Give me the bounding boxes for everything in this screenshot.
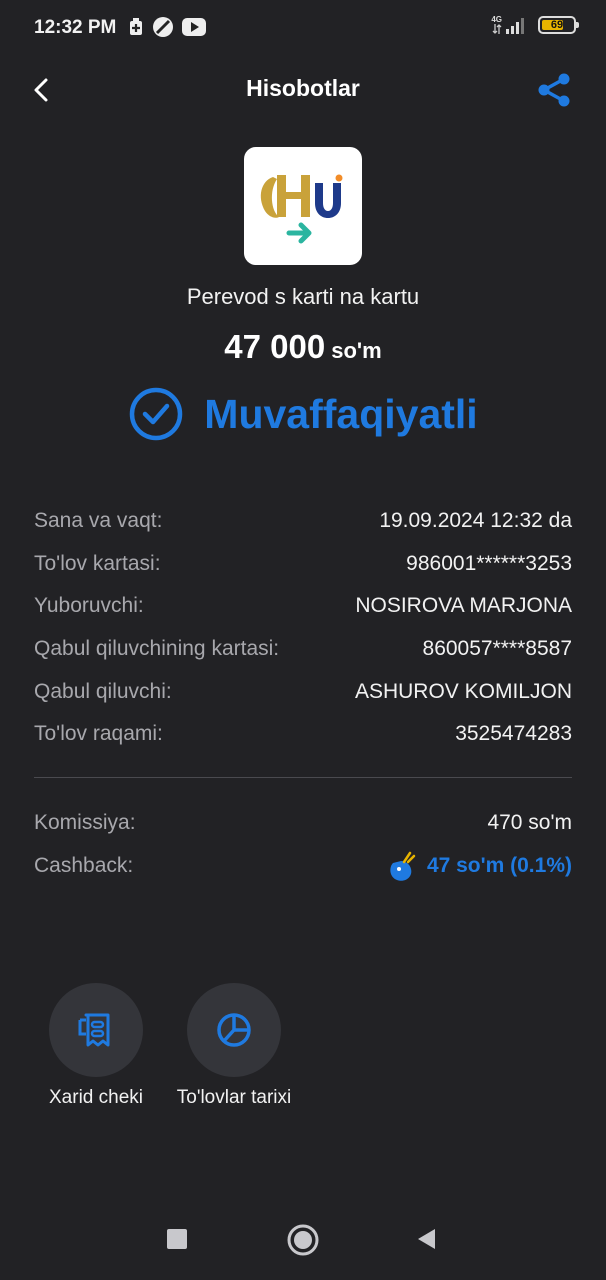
transaction-amount: 47 000 so'm — [0, 328, 606, 366]
receipt-label: Xarid cheki — [49, 1087, 143, 1108]
detail-row: Yuboruvchi: NOSIROVA MARJONA — [34, 585, 572, 628]
detail-row: To'lov kartasi: 986001******3253 — [34, 543, 572, 586]
cashback-value: 47 so'm (0.1%) — [426, 853, 572, 877]
status-time: 12:32 PM — [34, 17, 117, 38]
page-title: Hisobotlar — [246, 75, 360, 101]
detail-row: Qabul qiluvchining kartasi: 860057****858… — [34, 628, 572, 671]
detail-row: Sana va vaqt: 19.09.2024 12:32 da — [34, 500, 572, 543]
humo-uzcard-logo-icon — [260, 174, 343, 244]
detail-label: Qabul qiluvchi: — [34, 679, 172, 703]
payments-history-label: To'lovlar tarixi — [176, 1087, 292, 1108]
details-list: Sana va vaqt: 19.09.2024 12:32 da To'lov k… — [34, 500, 572, 756]
share-icon — [538, 73, 570, 107]
battery-level: 69 — [550, 19, 564, 31]
square-icon — [167, 1229, 187, 1249]
check-circle-icon — [130, 387, 183, 441]
detail-label: Qabul qiluvchining kartasi: — [34, 637, 280, 661]
system-nav-bar — [0, 1200, 606, 1280]
commission-row: Komissiya: 470 so'm — [34, 802, 572, 845]
detail-label: To'lov raqami: — [34, 722, 163, 746]
pie-chart-icon — [217, 1013, 251, 1047]
detail-value: NOSIROVA MARJONA — [355, 594, 572, 618]
receipt-button[interactable]: Xarid cheki — [38, 983, 154, 1109]
cashback-row: Cashback: 47 so'm (0.1%) — [34, 845, 572, 888]
detail-label: Yuboruvchi: — [34, 594, 144, 618]
detail-row: To'lov raqami: 3525474283 — [34, 713, 572, 756]
payments-history-button[interactable]: To'lovlar tarixi — [176, 983, 292, 1109]
header: Hisobotlar — [0, 60, 606, 118]
triangle-back-icon — [418, 1229, 435, 1249]
detail-label: To'lov kartasi: — [34, 551, 161, 575]
divider — [34, 777, 572, 778]
youtube-icon — [182, 18, 206, 41]
cashback-label: Cashback: — [34, 853, 134, 877]
service-logo — [244, 147, 362, 265]
status-bar: 12:32 PM 4G 69 — [0, 0, 606, 58]
commission-label: Komissiya: — [34, 811, 136, 835]
home-button[interactable] — [285, 1222, 321, 1258]
cashback-icon — [390, 851, 416, 881]
network-type: 4G — [491, 15, 502, 24]
amount-value: 47 000 — [224, 328, 326, 365]
detail-value: 986001******3253 — [406, 551, 572, 575]
battery-saver-icon — [128, 18, 144, 41]
recents-button[interactable] — [160, 1222, 194, 1256]
home-circle-icon — [287, 1224, 319, 1256]
signal-icon: 4G — [491, 16, 528, 34]
status-row: Muvaffaqiyatli — [0, 386, 606, 442]
battery-icon: 69 — [538, 16, 579, 34]
detail-value: 860057****8587 — [422, 637, 572, 661]
compass-app-icon — [152, 16, 174, 43]
commission-value: 470 so'm — [487, 811, 572, 835]
share-button[interactable] — [532, 68, 576, 112]
action-buttons: Xarid cheki To'lovlar tarixi — [38, 983, 292, 1109]
fees-section: Komissiya: 470 so'm Cashback: 47 so'm (0… — [34, 802, 572, 887]
receipt-icon — [78, 1013, 110, 1047]
detail-value: ASHUROV KOMILJON — [354, 679, 572, 703]
back-nav-button[interactable] — [410, 1222, 444, 1256]
detail-value: 19.09.2024 12:32 da — [379, 509, 572, 533]
detail-label: Sana va vaqt: — [34, 509, 163, 533]
detail-value: 3525474283 — [455, 722, 572, 746]
transaction-name: Perevod s karti na kartu — [186, 284, 420, 309]
status-badge: Muvaffaqiyatli — [204, 390, 478, 437]
amount-currency: so'm — [331, 338, 382, 363]
detail-row: Qabul qiluvchi: ASHUROV KOMILJON — [34, 670, 572, 713]
